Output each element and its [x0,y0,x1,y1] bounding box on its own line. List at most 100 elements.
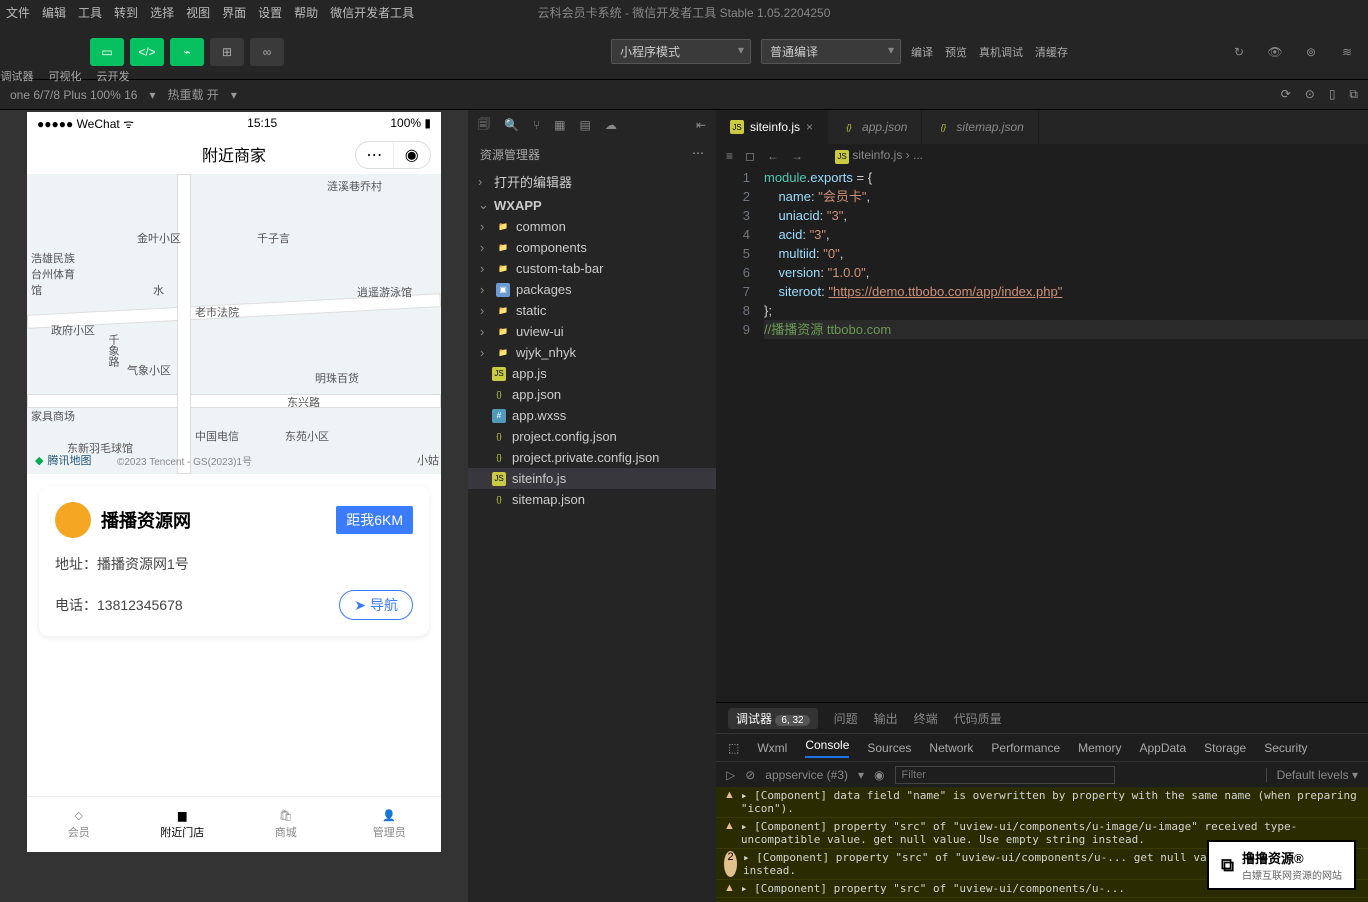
file-sitemap-json[interactable]: {}sitemap.json [468,489,716,510]
hotreload-toggle[interactable]: 热重载 开 [167,86,218,103]
eye-icon[interactable]: ◉ [874,768,884,782]
menu-ui[interactable]: 界面 [222,4,246,21]
folder-custom-tab-bar[interactable]: ›📁custom-tab-bar [468,258,716,279]
clear-cache-icon[interactable]: ≋ [1336,45,1358,59]
dt-appdata[interactable]: AppData [1139,741,1186,755]
store-card: 播播资源网 距我6KM 地址：播播资源网1号 电话：13812345678 ➤导… [39,486,429,636]
activity-bar: 🗐 🔍 ⑂ ▦ ▤ ☁ ⇤ [468,110,716,140]
play-icon[interactable]: ▷ [726,768,735,782]
breadcrumb[interactable]: siteinfo.js › ... [852,148,923,162]
visualize-button[interactable]: ⊞ [210,38,244,66]
menu-view[interactable]: 视图 [186,4,210,21]
clear-icon[interactable]: ⊘ [745,768,755,782]
inspect-icon[interactable]: ⬚ [728,741,739,755]
dt-network[interactable]: Network [929,741,973,755]
root-folder[interactable]: ⌄WXAPP [468,194,716,216]
dt-performance[interactable]: Performance [991,741,1060,755]
search-icon[interactable]: 🔍 [504,118,519,132]
menu-tools[interactable]: 工具 [78,4,102,21]
preview-icon[interactable]: 👁 [1264,45,1286,59]
close-icon[interactable]: × [806,120,813,134]
code-editor[interactable]: 123456789 module.exports = { name: "会员卡"… [716,168,1368,702]
editor-toggle-button[interactable]: </> [130,38,164,66]
cloud-icon[interactable]: ☁ [605,118,617,132]
dt-wxml[interactable]: Wxml [757,741,787,755]
remote-debug-icon[interactable]: ⊚ [1300,45,1322,59]
compile-select[interactable]: 普通编译 [761,39,901,64]
refresh-icon[interactable]: ⟳ [1281,87,1291,102]
dt-storage[interactable]: Storage [1204,741,1246,755]
folder-packages[interactable]: ›▣packages [468,279,716,300]
navigate-button[interactable]: ➤导航 [339,590,413,620]
debugger-toggle-button[interactable]: ⌁ [170,38,204,66]
nav-arrow-icon: ➤ [354,597,366,614]
tab-admin[interactable]: 👤管理员 [338,797,442,852]
device-select[interactable]: one 6/7/8 Plus 100% 16 [10,88,137,102]
menu-select[interactable]: 选择 [150,4,174,21]
expand-icon[interactable]: ⧉ [1349,87,1358,102]
collapse-icon[interactable]: ⇤ [696,118,706,132]
more-icon[interactable]: ⋯ [692,146,704,163]
dt-security[interactable]: Security [1264,741,1307,755]
folder-static[interactable]: ›📁static [468,300,716,321]
capsule-menu-icon[interactable]: ⋯ [356,142,394,168]
folder-wjyk[interactable]: ›📁wjyk_nhyk [468,342,716,363]
file-project-private[interactable]: {}project.private.config.json [468,447,716,468]
cloud-dev-button[interactable]: ∞ [250,38,284,66]
capsule[interactable]: ⋯ ◉ [355,141,431,169]
file-app-js[interactable]: JSapp.js [468,363,716,384]
list-icon[interactable]: ≡ [726,149,733,163]
bp-debugger[interactable]: 调试器 6, 32 [728,708,818,729]
tab-mall[interactable]: 🛍商城 [234,797,338,852]
tb-label-debug: 调试器 [0,68,36,84]
folder-components[interactable]: ›📁components [468,237,716,258]
menu-settings[interactable]: 设置 [258,4,282,21]
menu-help[interactable]: 帮助 [294,4,318,21]
mode-select[interactable]: 小程序模式 [611,39,751,64]
folder-common[interactable]: ›📁common [468,216,716,237]
file-tree: ›打开的编辑器 ⌄WXAPP ›📁common ›📁components ›📁c… [468,169,716,902]
tab-sitemap[interactable]: {}sitemap.json [922,110,1038,144]
tab-nearby[interactable]: ▆附近门店 [131,797,235,852]
store-address: 地址：播播资源网1号 [55,554,413,574]
stop-icon[interactable]: ⊙ [1305,87,1315,102]
explorer: 🗐 🔍 ⑂ ▦ ▤ ☁ ⇤ 资源管理器⋯ ›打开的编辑器 ⌄WXAPP ›📁co… [468,110,716,902]
code-lines[interactable]: module.exports = { name: "会员卡", uniacid:… [764,168,1368,702]
file-app-wxss[interactable]: #app.wxss [468,405,716,426]
context-select[interactable]: appservice (#3) [765,768,848,782]
branch-icon[interactable]: ⑂ [533,118,540,132]
menu-file[interactable]: 文件 [6,4,30,21]
log-levels-select[interactable]: Default levels ▾ [1266,768,1358,782]
capsule-close-icon[interactable]: ◉ [394,142,431,168]
files-icon[interactable]: 🗐 [478,115,490,136]
tab-siteinfo[interactable]: JSsiteinfo.js× [716,110,828,144]
filter-input[interactable] [895,766,1115,784]
menu-edit[interactable]: 编辑 [42,4,66,21]
folder-uview-ui[interactable]: ›📁uview-ui [468,321,716,342]
tab-member[interactable]: ◇会员 [27,797,131,852]
bp-terminal[interactable]: 终端 [914,710,938,727]
bp-problems[interactable]: 问题 [834,710,858,727]
dt-console[interactable]: Console [805,738,849,758]
bp-output[interactable]: 输出 [874,710,898,727]
forward-icon[interactable]: → [791,149,803,163]
compile-icon[interactable]: ↻ [1228,45,1250,59]
bookmark-icon[interactable]: ◻ [745,149,755,163]
simulator-toggle-button[interactable]: ▭ [90,38,124,66]
tab-appjson[interactable]: {}app.json [828,110,922,144]
dt-sources[interactable]: Sources [867,741,911,755]
file-project-config[interactable]: {}project.config.json [468,426,716,447]
phone-navbar: 附近商家 ⋯ ◉ [27,134,441,174]
menu-goto[interactable]: 转到 [114,4,138,21]
file-siteinfo-js[interactable]: JSsiteinfo.js [468,468,716,489]
ext2-icon[interactable]: ▤ [580,118,591,132]
file-app-json[interactable]: {}app.json [468,384,716,405]
device-icon[interactable]: ▯ [1329,87,1336,102]
ext-icon[interactable]: ▦ [554,118,565,132]
dt-memory[interactable]: Memory [1078,741,1121,755]
map-view[interactable]: 金叶小区 千子言 老市法院 水 政府小区 气象小区 明珠百货 东兴路 浩雄民族台… [27,174,441,474]
bp-quality[interactable]: 代码质量 [954,710,1002,727]
menu-about[interactable]: 微信开发者工具 [330,4,414,21]
open-editors[interactable]: ›打开的编辑器 [468,169,716,194]
back-icon[interactable]: ← [767,149,779,163]
